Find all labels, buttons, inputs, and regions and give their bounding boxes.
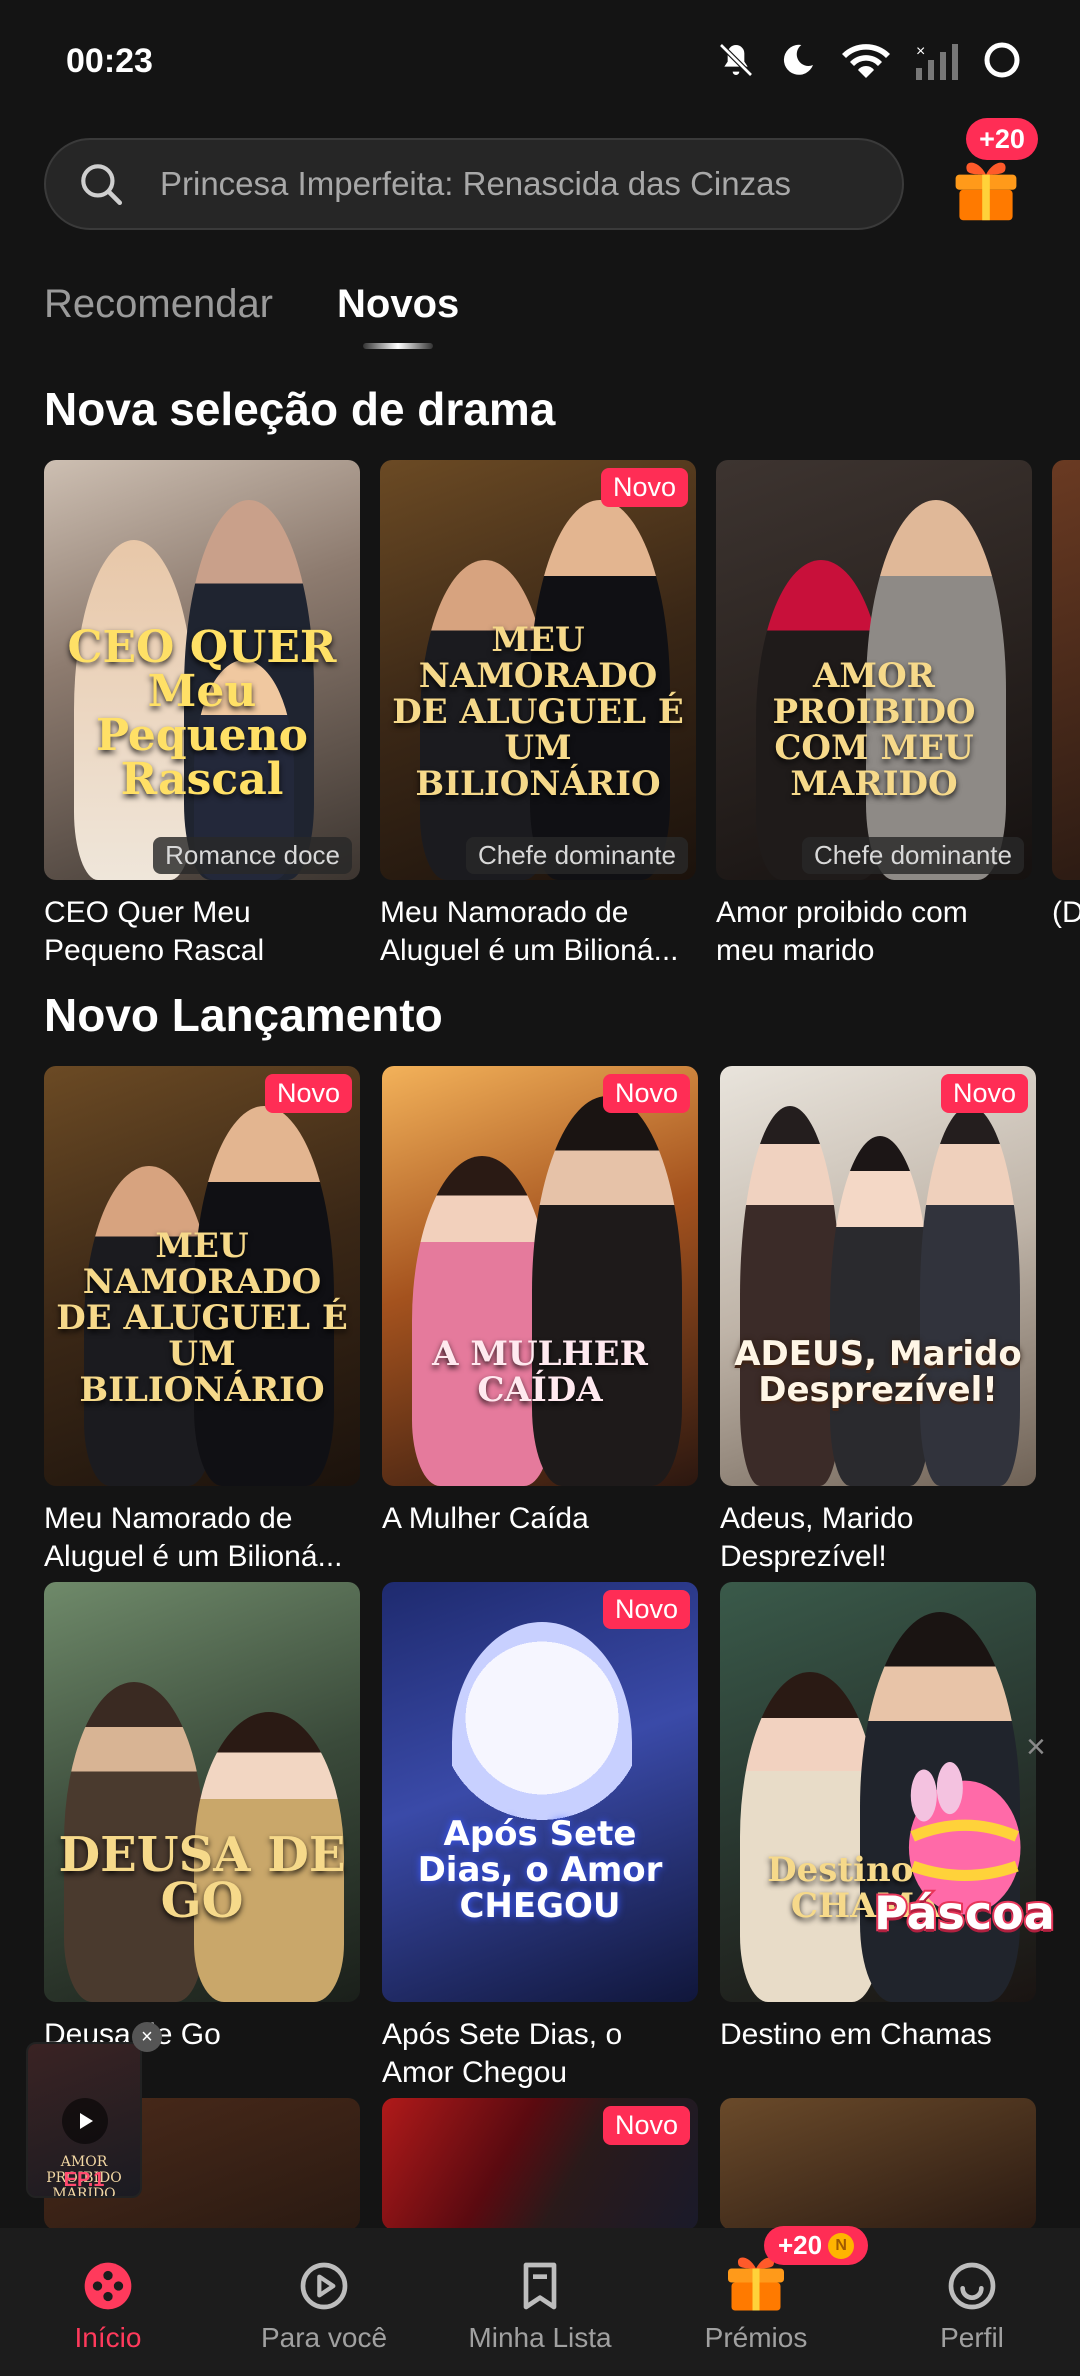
drama-card[interactable]: AMOR PROIBIDO COM MEU MARIDO Chefe domin… (716, 460, 1032, 970)
search-icon (81, 164, 123, 206)
drama-card[interactable]: MEU NAMORADO DE ALUGUEL É UM BILIONÁRIO … (380, 460, 696, 970)
release-card[interactable]: Após Sete Dias, o Amor CHEGOU Novo Após … (382, 1582, 698, 2092)
tab-bar: Recomendar Novos (44, 282, 459, 349)
new-badge: Novo (600, 468, 688, 507)
card-title: Destino em Chamas (720, 2018, 992, 2051)
svg-text:×: × (916, 43, 925, 60)
search-placeholder: Princesa Imperfeita: Renascida das Cinza… (160, 165, 791, 202)
status-time: 00:23 (66, 42, 153, 80)
card-title: Após Sete Dias, o Amor Chegou (382, 2018, 623, 2089)
release-card[interactable]: Novo (382, 2098, 698, 2230)
poster-title: A MULHER CAÍDA (432, 1334, 648, 1410)
poster-title: MEU NAMORADO DE ALUGUEL É UM BILIONÁRIO (56, 1226, 348, 1410)
moon-icon (783, 44, 813, 75)
poster-image (1052, 460, 1080, 880)
genre-tag: Chefe dominante (801, 837, 1024, 874)
poster-image (720, 2098, 1036, 2230)
close-icon[interactable]: × (132, 2022, 162, 2052)
card-title: Amor proibido com meu marido (716, 896, 968, 967)
wifi-icon (842, 44, 890, 78)
tab-novos[interactable]: Novos (337, 282, 459, 349)
new-badge: Novo (940, 1074, 1028, 1113)
mini-player[interactable]: AMOR PROIBIDO MARIDO EP.1 (26, 2042, 142, 2198)
poster-title: DEUSA DE GO (58, 1827, 346, 1929)
nav-label: Para você (260, 2322, 388, 2353)
nav-label: Prémios (704, 2322, 808, 2353)
poster-image: AMOR PROIBIDO COM MEU MARIDO Chefe domin… (716, 460, 1032, 880)
episode-label: EP.1 (63, 2169, 105, 2191)
new-badge: Novo (602, 1074, 690, 1113)
tab-recomendar[interactable]: Recomendar (44, 282, 273, 349)
release-card[interactable]: A MULHER CAÍDA Novo A Mulher Caída (382, 1066, 698, 1538)
card-title: Meu Namorado de Aluguel é um Bilioná... (44, 1502, 343, 1573)
search-bar[interactable]: Princesa Imperfeita: Renascida das Cinza… (44, 138, 904, 230)
new-badge: Novo (602, 1590, 690, 1629)
nav-item-premios[interactable]: +20 N Prémios (648, 2226, 869, 2376)
mute-icon (719, 43, 753, 77)
poster-image: MEU NAMORADO DE ALUGUEL É UM BILIONÁRIO … (44, 1066, 360, 1486)
nav-item-inicio[interactable]: Início (0, 2228, 216, 2376)
poster-image: A MULHER CAÍDA Novo (382, 1066, 698, 1486)
nav-label: Perfil (940, 2322, 1004, 2353)
home-reel-icon (84, 2262, 132, 2310)
genre-tag: Romance doce (153, 837, 352, 874)
reward-count-badge: +20 (966, 118, 1038, 160)
nav-item-perfil[interactable]: Perfil (864, 2228, 1080, 2376)
section-title-release: Novo Lançamento (44, 989, 443, 1041)
signal-icon: × (916, 43, 958, 80)
nav-label: Minha Lista (468, 2322, 612, 2353)
nav-item-para-voce[interactable]: Para você (216, 2228, 432, 2376)
coin-icon: N (828, 2232, 855, 2259)
release-card[interactable]: ADEUS, Marido Desprezível! Novo Adeus, M… (720, 1066, 1036, 1576)
play-circle-icon (300, 2262, 348, 2310)
bottom-nav: Início Para você Minha Lista +20 N Prémi… (0, 2226, 1080, 2376)
premios-badge-count: +20 (778, 2230, 823, 2260)
poster-image: Após Sete Dias, o Amor CHEGOU Novo (382, 1582, 698, 2002)
poster-image: MEU NAMORADO DE ALUGUEL É UM BILIONÁRIO … (380, 460, 696, 880)
release-card[interactable]: DEUSA DE GO Deusa de Go (44, 1582, 360, 2054)
poster-image: Novo (382, 2098, 698, 2230)
promo-label[interactable]: Páscoa (872, 1884, 1057, 1942)
status-icons: × (716, 40, 1022, 80)
drama-card-partial[interactable]: (D Pe (1052, 460, 1080, 932)
poster-image: DEUSA DE GO (44, 1582, 360, 2002)
card-title: A Mulher Caída (382, 1502, 589, 1535)
poster-title: ADEUS, Marido Desprezível! (734, 1334, 1022, 1410)
genre-tag: Chefe dominante (465, 837, 688, 874)
new-badge: Novo (264, 1074, 352, 1113)
card-title: Meu Namorado de Aluguel é um Bilioná... (380, 896, 679, 967)
premios-badge: +20 N (764, 2226, 869, 2265)
new-badge: Novo (602, 2106, 690, 2145)
nav-label: Início (74, 2322, 142, 2353)
card-title: Adeus, Marido Desprezível! (720, 1502, 914, 1573)
bookmark-icon (523, 2262, 557, 2310)
poster-image: CEO QUER Meu Pequeno Rascal Romance doce (44, 460, 360, 880)
poster-title: MEU NAMORADO DE ALUGUEL É UM BILIONÁRIO (392, 620, 684, 804)
release-card[interactable] (720, 2098, 1036, 2230)
poster-image: ADEUS, Marido Desprezível! Novo (720, 1066, 1036, 1486)
nav-item-minha-lista[interactable]: Minha Lista (432, 2228, 648, 2376)
status-bar: 00:23 × (0, 0, 1080, 120)
release-card[interactable]: MEU NAMORADO DE ALUGUEL É UM BILIONÁRIO … (44, 1066, 360, 1576)
battery-ring-icon (984, 42, 1020, 78)
profile-icon (948, 2262, 996, 2310)
drama-card[interactable]: CEO QUER Meu Pequeno Rascal Romance doce… (44, 460, 360, 970)
poster-title: AMOR PROIBIDO COM MEU MARIDO (772, 656, 976, 804)
poster-title: CEO QUER Meu Pequeno Rascal (67, 622, 337, 805)
card-title: CEO Quer Meu Pequeno Rascal (44, 896, 265, 967)
card-title: (D Pe (1052, 896, 1080, 929)
section-title-drama: Nova seleção de drama (44, 383, 556, 435)
poster-title: Após Sete Dias, o Amor CHEGOU (417, 1814, 663, 1926)
play-icon[interactable] (62, 2098, 108, 2144)
